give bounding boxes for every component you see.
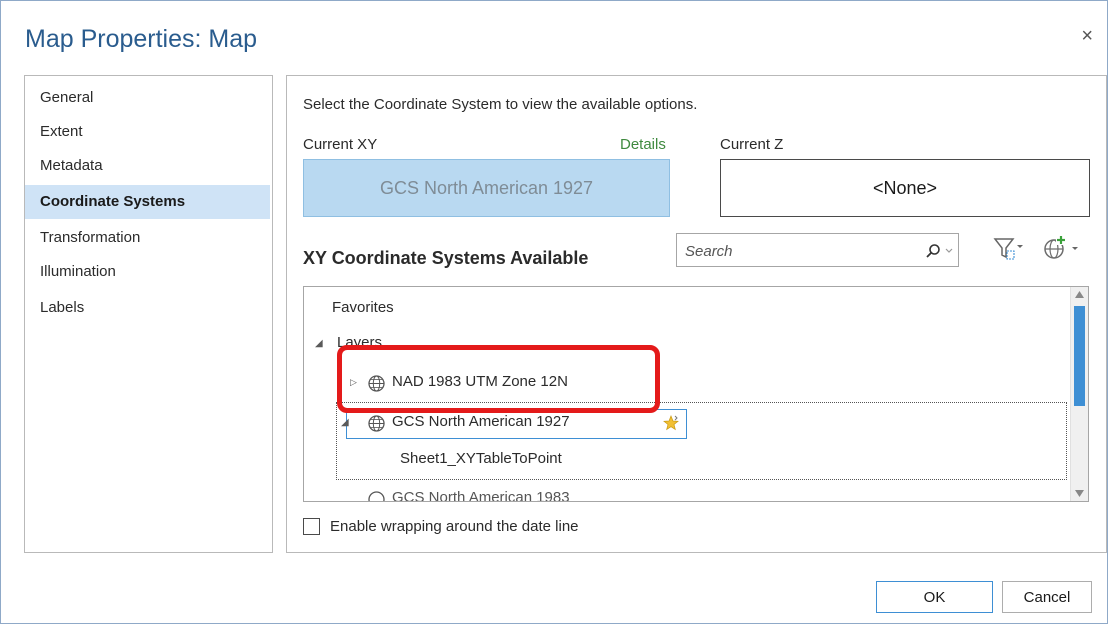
nav-item-metadata[interactable]: Metadata (25, 149, 270, 183)
current-z-box[interactable]: <None> (720, 159, 1090, 217)
scroll-down-icon[interactable] (1075, 490, 1084, 497)
tree-item-gcs-north-american-1927[interactable]: GCS North American 1927 (392, 413, 570, 430)
scroll-up-icon[interactable] (1075, 291, 1084, 298)
nav-item-labels[interactable]: Labels (25, 291, 270, 325)
globe-icon (368, 415, 385, 432)
filter-icon[interactable] (993, 236, 1023, 262)
search-input[interactable] (683, 239, 917, 263)
search-box (676, 233, 959, 267)
ok-button[interactable]: OK (876, 581, 993, 613)
map-properties-dialog: Map Properties: Map × General Extent Met… (0, 0, 1108, 624)
nav-item-coordinate-systems[interactable]: Coordinate Systems (25, 185, 270, 219)
details-link[interactable]: Details (620, 136, 666, 153)
wrap-checkbox[interactable] (303, 518, 320, 535)
wrap-option[interactable]: Enable wrapping around the date line (303, 518, 579, 535)
properties-nav: General Extent Metadata Coordinate Syste… (24, 75, 273, 553)
add-coordinate-system-icon[interactable] (1041, 233, 1081, 263)
current-z-label: Current Z (720, 136, 784, 153)
coordinate-systems-panel: Select the Coordinate System to view the… (286, 75, 1107, 553)
scrollbar-thumb[interactable] (1074, 306, 1085, 406)
nav-item-transformation[interactable]: Transformation (25, 221, 270, 255)
close-icon[interactable]: × (1081, 25, 1093, 48)
nav-item-illumination[interactable]: Illumination (25, 255, 270, 289)
collapse-arrow-icon[interactable]: ◢ (315, 338, 323, 349)
nav-item-general[interactable]: General (25, 81, 270, 115)
current-xy-label: Current XY (303, 136, 378, 153)
cancel-button[interactable]: Cancel (1002, 581, 1092, 613)
favorite-star-icon[interactable] (663, 415, 679, 431)
tree-item-gcs-north-american-1983[interactable]: GCS North American 1983 (392, 489, 570, 501)
search-icon[interactable] (925, 243, 941, 259)
current-xy-box[interactable]: GCS North American 1927 (303, 159, 670, 217)
nav-item-extent[interactable]: Extent (25, 115, 270, 149)
collapse-arrow-icon[interactable]: ◢ (341, 417, 349, 428)
dialog-title: Map Properties: Map (25, 25, 258, 53)
highlight-annotation (337, 345, 660, 413)
tree-favorites[interactable]: Favorites (332, 299, 394, 316)
tree-item-sheet1-layer[interactable]: Sheet1_XYTableToPoint (400, 450, 562, 467)
instruction-text: Select the Coordinate System to view the… (303, 96, 698, 113)
wrap-label[interactable]: Enable wrapping around the date line (330, 518, 579, 535)
available-heading: XY Coordinate Systems Available (303, 248, 589, 268)
search-dropdown-icon[interactable] (945, 248, 953, 254)
globe-icon (368, 491, 385, 501)
tree-scrollbar[interactable] (1070, 287, 1088, 501)
